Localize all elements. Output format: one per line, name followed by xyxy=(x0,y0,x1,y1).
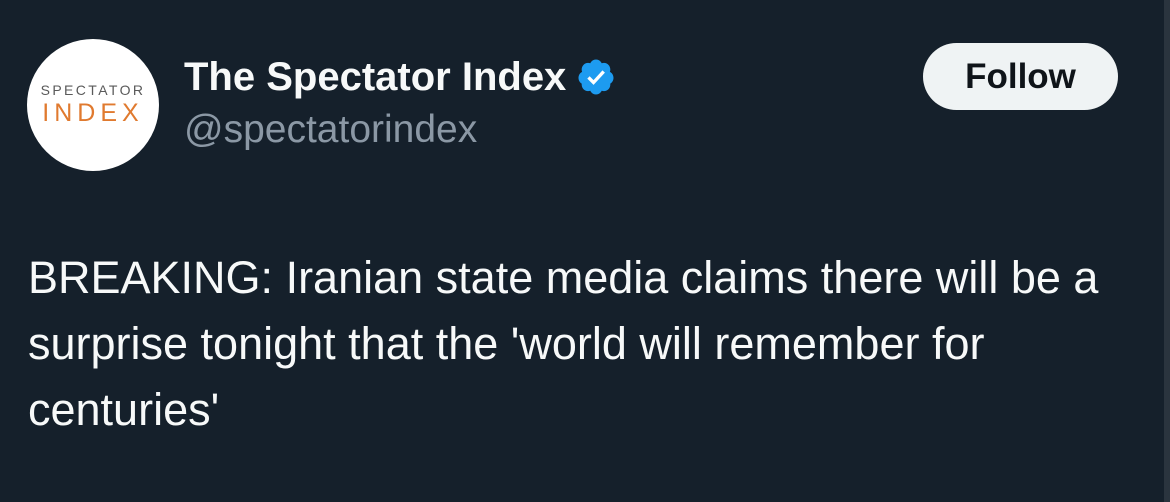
avatar[interactable]: SPECTATOR INDEX xyxy=(27,39,159,171)
user-handle[interactable]: @spectatorindex xyxy=(184,106,477,154)
follow-button[interactable]: Follow xyxy=(923,43,1118,110)
scrollbar[interactable] xyxy=(1164,0,1170,502)
verified-badge-icon xyxy=(576,57,616,97)
spectator-index-logo: SPECTATOR INDEX xyxy=(41,82,146,127)
user-display-name[interactable]: The Spectator Index xyxy=(184,52,616,102)
logo-top-text: SPECTATOR xyxy=(41,82,146,98)
logo-bottom-text: INDEX xyxy=(42,99,143,127)
tweet-text: BREAKING: Iranian state media claims the… xyxy=(28,252,1099,435)
tweet-card: SPECTATOR INDEX The Spectator Index @spe… xyxy=(0,0,1170,502)
display-name-text[interactable]: The Spectator Index xyxy=(184,52,566,102)
